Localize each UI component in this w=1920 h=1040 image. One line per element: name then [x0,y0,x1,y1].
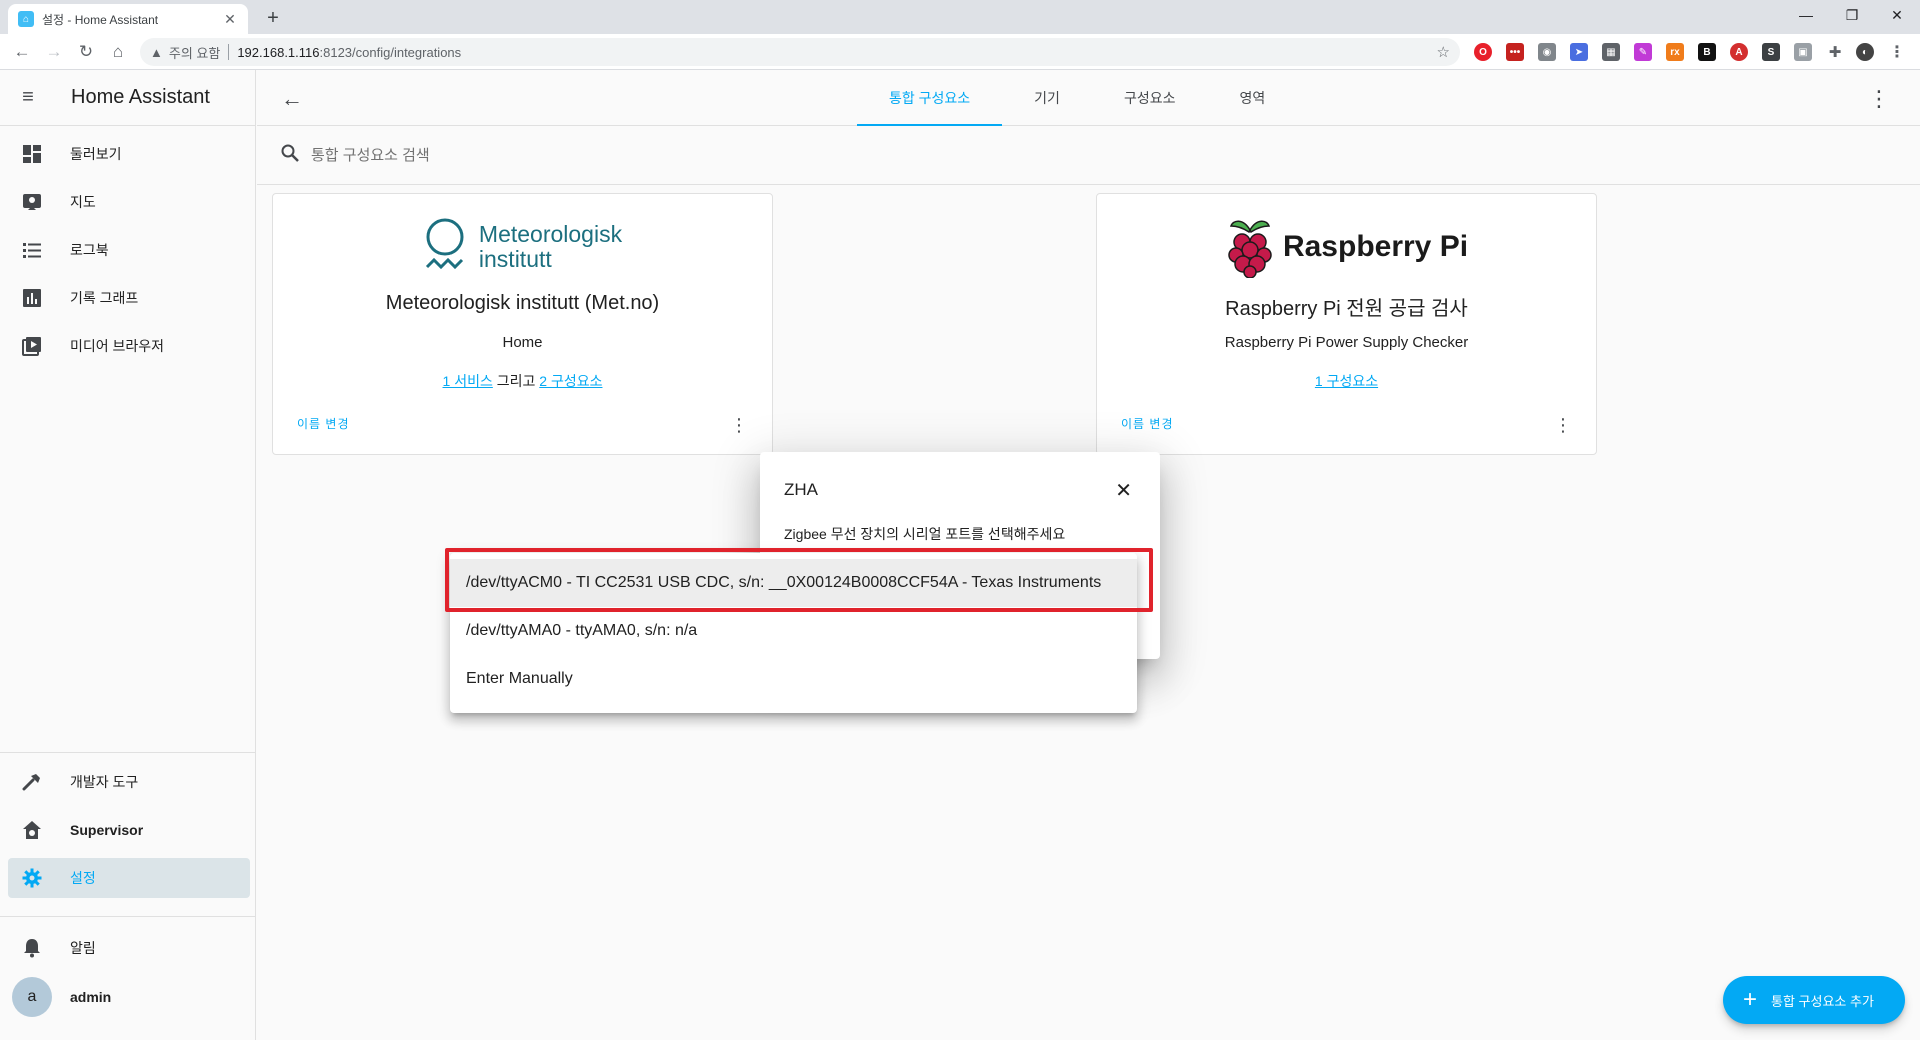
dialog-title: ZHA [784,480,818,499]
lastpass-extension-icon[interactable]: ••• [1506,43,1524,61]
close-tab-icon[interactable]: ✕ [222,11,238,28]
serial-port-option-ttyacm0[interactable]: /dev/ttyACM0 - TI CC2531 USB CDC, s/n: _… [450,559,1137,607]
forward-nav-button[interactable]: → [42,40,66,64]
dev-extension-icon[interactable]: ✎ [1634,43,1652,61]
calendar-extension-icon[interactable]: ▦ [1602,43,1620,61]
browser-menu-icon[interactable]: ⋮ [1888,43,1906,61]
back-nav-button[interactable]: ← [10,40,34,64]
plus-icon: + [1743,986,1758,1013]
close-icon[interactable]: ✕ [1115,478,1132,503]
add-integration-label: 통합 구성요소 추가 [1771,993,1874,1009]
address-bar[interactable]: ▲ 주의 요함 192.168.1.116 :8123/config/integ… [140,38,1460,66]
home-assistant-favicon-icon: ⌂ [18,11,34,27]
add-integration-button[interactable]: + 통합 구성요소 추가 [1723,976,1905,1024]
warning-icon[interactable]: ▲ [150,45,163,60]
serial-port-option-ttyama0[interactable]: /dev/ttyAMA0 - ttyAMA0, s/n: n/a [450,607,1137,655]
reload-button[interactable]: ↻ [74,40,98,64]
dialog-description: Zigbee 무선 장치의 시리얼 포트를 선택해주세요 [784,526,1066,542]
security-warning-text[interactable]: 주의 요함 [169,43,220,62]
browser-tab[interactable]: ⌂ 설정 - Home Assistant ✕ [8,4,248,34]
serial-port-dropdown: /dev/ttyACM0 - TI CC2531 USB CDC, s/n: _… [450,553,1137,713]
image-extension-icon[interactable]: ▣ [1794,43,1812,61]
s-extension-icon[interactable]: S [1762,43,1780,61]
rss-extension-icon[interactable]: rx [1666,43,1684,61]
browser-toolbar: ← → ↻ ⌂ ▲ 주의 요함 192.168.1.116 :8123/conf… [0,34,1920,70]
browser-tab-title: 설정 - Home Assistant [42,12,159,27]
browser-tab-bar: ⌂ 설정 - Home Assistant ✕ + — ❐ ✕ [0,0,1920,34]
restore-window-button[interactable]: ❐ [1829,0,1875,30]
adblock-extension-icon[interactable]: A [1730,43,1748,61]
home-button[interactable]: ⌂ [106,40,130,64]
opera-extension-icon[interactable]: O [1474,43,1492,61]
b-extension-icon[interactable]: B [1698,43,1716,61]
camera-extension-icon[interactable]: ◉ [1538,43,1556,61]
serial-port-option-manual[interactable]: Enter Manually [450,655,1137,703]
omnibox-separator [228,44,230,60]
profile-avatar-icon[interactable]: ◐ [1856,43,1874,61]
url-host: 192.168.1.116 [237,44,320,60]
close-window-button[interactable]: ✕ [1874,0,1920,30]
minimize-window-button[interactable]: — [1783,0,1829,30]
new-tab-button[interactable]: + [262,7,284,30]
puzzle-extensions-icon[interactable]: ✚ [1826,43,1844,61]
send-extension-icon[interactable]: ➤ [1570,43,1588,61]
bookmark-star-icon[interactable]: ☆ [1437,43,1450,61]
url-path: :8123/config/integrations [319,44,462,60]
